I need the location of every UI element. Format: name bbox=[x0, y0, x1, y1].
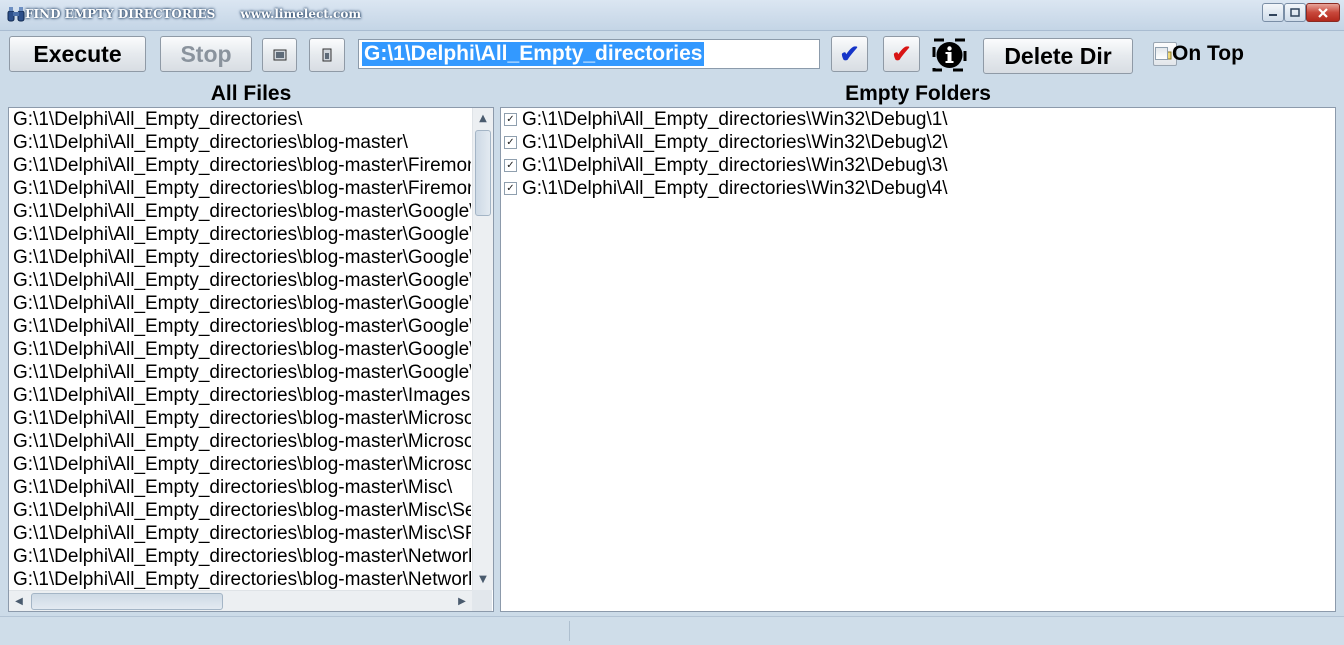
file-list-item[interactable]: G:\1\Delphi\All_Empty_directories\blog-m… bbox=[9, 568, 471, 590]
file-list-item[interactable]: G:\1\Delphi\All_Empty_directories\blog-m… bbox=[9, 545, 471, 568]
on-top-checkbox[interactable] bbox=[1155, 47, 1168, 60]
empty-folders-list[interactable]: ✓ G:\1\Delphi\All_Empty_directories\Win32… bbox=[500, 107, 1336, 612]
file-list-item[interactable]: G:\1\Delphi\All_Empty_directories\blog-m… bbox=[9, 131, 471, 154]
scroll-right-button[interactable]: ▶ bbox=[452, 591, 472, 611]
file-list-item[interactable]: G:\1\Delphi\All_Empty_directories\blog-m… bbox=[9, 154, 471, 177]
scroll-down-button[interactable]: ▼ bbox=[473, 569, 493, 589]
file-list-item[interactable]: G:\1\Delphi\All_Empty_directories\blog-m… bbox=[9, 177, 471, 200]
close-button[interactable] bbox=[1306, 3, 1340, 22]
file-list-item[interactable]: G:\1\Delphi\All_Empty_directories\blog-m… bbox=[9, 522, 471, 545]
file-list-item[interactable]: G:\1\Delphi\All_Empty_directories\blog-m… bbox=[9, 499, 471, 522]
empty-folders-items: ✓ G:\1\Delphi\All_Empty_directories\Win32… bbox=[501, 108, 1335, 200]
document-icon bbox=[322, 48, 332, 62]
folder-checkbox[interactable]: ✓ bbox=[504, 182, 517, 195]
file-list-item[interactable]: G:\1\Delphi\All_Empty_directories\blog-m… bbox=[9, 200, 471, 223]
minimize-icon bbox=[1269, 13, 1277, 16]
file-list-item[interactable]: G:\1\Delphi\All_Empty_directories\blog-m… bbox=[9, 407, 471, 430]
path-input[interactable]: G:\1\Delphi\All_Empty_directories bbox=[358, 39, 1177, 69]
horizontal-scroll-thumb[interactable] bbox=[31, 593, 223, 610]
window-icon bbox=[273, 49, 286, 61]
info-icon bbox=[932, 38, 967, 72]
vertical-scrollbar[interactable]: ▲ ▼ bbox=[472, 108, 493, 590]
maximize-button[interactable] bbox=[1284, 3, 1306, 22]
checkmark-blue-icon: ✔ bbox=[839, 40, 860, 68]
vertical-scroll-thumb[interactable] bbox=[475, 130, 491, 216]
horizontal-scrollbar[interactable]: ◀ ▶ bbox=[9, 590, 472, 611]
window-title: FIND EMPTY DIRECTORIES www.limelect.com bbox=[25, 7, 361, 21]
info-button[interactable] bbox=[930, 36, 969, 74]
empty-folder-label: G:\1\Delphi\All_Empty_directories\Win32\… bbox=[522, 178, 948, 199]
path-input-text: G:\1\Delphi\All_Empty_directories bbox=[362, 42, 705, 66]
app-title: FIND EMPTY DIRECTORIES bbox=[25, 7, 216, 21]
empty-folder-label: G:\1\Delphi\All_Empty_directories\Win32\… bbox=[522, 132, 948, 153]
binoculars-icon bbox=[7, 6, 25, 22]
all-files-list[interactable]: G:\1\Delphi\All_Empty_directories\ G:\1\D… bbox=[8, 107, 494, 612]
empty-folder-label: G:\1\Delphi\All_Empty_directories\Win32\… bbox=[522, 109, 948, 130]
file-list-item[interactable]: G:\1\Delphi\All_Empty_directories\blog-m… bbox=[9, 476, 471, 499]
file-list-item[interactable]: G:\1\Delphi\All_Empty_directories\blog-m… bbox=[9, 453, 471, 476]
small-tool-button-1[interactable] bbox=[262, 38, 297, 72]
website-label: www.limelect.com bbox=[240, 7, 362, 21]
stop-button[interactable]: Stop bbox=[160, 36, 252, 72]
file-list-item[interactable]: G:\1\Delphi\All_Empty_directories\blog-m… bbox=[9, 246, 471, 269]
all-files-header: All Files bbox=[210, 82, 292, 105]
status-separator bbox=[569, 621, 570, 641]
empty-folder-item[interactable]: ✓ G:\1\Delphi\All_Empty_directories\Win32… bbox=[501, 154, 1335, 177]
arrow-up-icon: ▲ bbox=[479, 112, 487, 124]
close-icon bbox=[1318, 7, 1328, 18]
scroll-up-button[interactable]: ▲ bbox=[473, 108, 493, 128]
all-files-items: G:\1\Delphi\All_Empty_directories\ G:\1\D… bbox=[9, 108, 471, 590]
file-list-item[interactable]: G:\1\Delphi\All_Empty_directories\blog-m… bbox=[9, 292, 471, 315]
scroll-left-button[interactable]: ◀ bbox=[9, 591, 29, 611]
file-list-item[interactable]: G:\1\Delphi\All_Empty_directories\blog-m… bbox=[9, 430, 471, 453]
empty-folders-header: Empty Folders bbox=[845, 82, 991, 105]
arrow-down-icon: ▼ bbox=[479, 573, 487, 585]
on-top-label[interactable]: On Top bbox=[1172, 42, 1244, 66]
file-list-item[interactable]: G:\1\Delphi\All_Empty_directories\blog-m… bbox=[9, 361, 471, 384]
empty-folder-item[interactable]: ✓ G:\1\Delphi\All_Empty_directories\Win32… bbox=[501, 177, 1335, 200]
file-list-item[interactable]: G:\1\Delphi\All_Empty_directories\ bbox=[9, 108, 471, 131]
scroll-corner bbox=[472, 590, 492, 611]
file-list-item[interactable]: G:\1\Delphi\All_Empty_directories\blog-m… bbox=[9, 384, 471, 407]
arrow-left-icon: ◀ bbox=[15, 595, 23, 607]
execute-button[interactable]: Execute bbox=[9, 36, 146, 72]
uncheck-all-button[interactable]: ✔ bbox=[883, 36, 920, 72]
file-list-item[interactable]: G:\1\Delphi\All_Empty_directories\blog-m… bbox=[9, 223, 471, 246]
small-tool-button-2[interactable] bbox=[309, 38, 345, 72]
minimize-button[interactable] bbox=[1262, 3, 1284, 22]
file-list-item[interactable]: G:\1\Delphi\All_Empty_directories\blog-m… bbox=[9, 269, 471, 292]
checkmark-red-icon: ✔ bbox=[891, 40, 912, 68]
folder-checkbox[interactable]: ✓ bbox=[504, 159, 517, 172]
empty-folder-item[interactable]: ✓ G:\1\Delphi\All_Empty_directories\Win32… bbox=[501, 131, 1335, 154]
file-list-item[interactable]: G:\1\Delphi\All_Empty_directories\blog-m… bbox=[9, 315, 471, 338]
empty-folder-label: G:\1\Delphi\All_Empty_directories\Win32\… bbox=[522, 155, 948, 176]
empty-folder-item[interactable]: ✓ G:\1\Delphi\All_Empty_directories\Win32… bbox=[501, 108, 1335, 131]
delete-dir-button[interactable]: Delete Dir bbox=[983, 38, 1133, 74]
folder-checkbox[interactable]: ✓ bbox=[504, 113, 517, 126]
status-bar bbox=[0, 616, 1344, 645]
file-list-item[interactable]: G:\1\Delphi\All_Empty_directories\blog-m… bbox=[9, 338, 471, 361]
arrow-right-icon: ▶ bbox=[458, 595, 466, 607]
check-all-button[interactable]: ✔ bbox=[831, 36, 868, 72]
folder-checkbox[interactable]: ✓ bbox=[504, 136, 517, 149]
maximize-icon bbox=[1290, 8, 1300, 17]
